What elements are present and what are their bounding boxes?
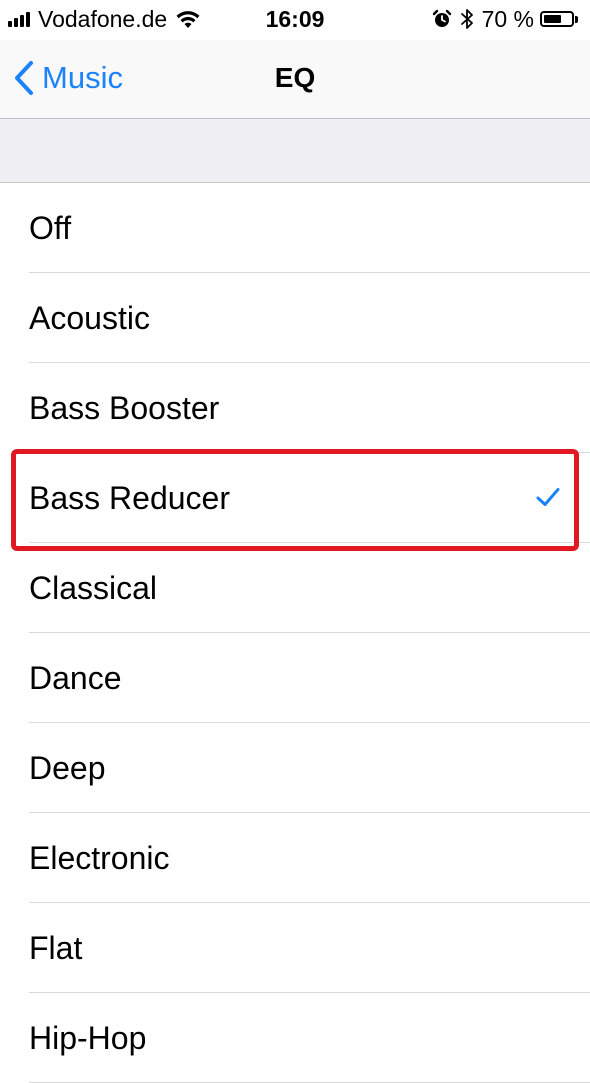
section-header-spacer: [0, 119, 590, 183]
eq-option-label: Bass Booster: [29, 390, 220, 426]
page-title: EQ: [274, 62, 316, 93]
eq-option-label: Deep: [29, 750, 106, 786]
eq-option-label: Bass Reducer: [29, 480, 230, 516]
eq-option[interactable]: Electronic: [0, 813, 590, 903]
battery-level: [544, 15, 561, 23]
eq-option[interactable]: Off: [0, 183, 590, 273]
eq-option[interactable]: Classical: [0, 543, 590, 633]
status-bar-right: 70 %: [432, 6, 578, 32]
eq-option-label: Electronic: [29, 840, 170, 876]
status-bar: Vodafone.de 16:09 70 %: [0, 0, 590, 40]
eq-option-label: Acoustic: [29, 300, 150, 336]
checkmark-icon: [536, 487, 560, 507]
eq-option[interactable]: Bass Reducer: [0, 453, 590, 543]
battery-tip: [575, 15, 578, 23]
navigation-bar: Music EQ: [0, 40, 590, 119]
eq-option-label: Classical: [29, 570, 158, 606]
eq-option[interactable]: Acoustic: [0, 273, 590, 363]
eq-option-label: Flat: [29, 930, 83, 966]
battery-percent: 70 %: [481, 5, 534, 32]
eq-option[interactable]: Deep: [0, 723, 590, 813]
eq-option-label: Hip-Hop: [29, 1020, 147, 1056]
bluetooth-icon: [460, 8, 474, 30]
eq-option-label: Dance: [29, 660, 122, 696]
alarm-icon: [432, 9, 452, 29]
eq-option[interactable]: Flat: [0, 903, 590, 993]
eq-option[interactable]: Hip-Hop: [0, 993, 590, 1083]
eq-options-list: Off Acoustic Bass Booster Bass Reducer Class…: [0, 183, 590, 1083]
eq-option[interactable]: Dance: [0, 633, 590, 723]
battery-icon: [540, 11, 574, 27]
eq-option-label: Off: [29, 210, 72, 246]
eq-option[interactable]: Bass Booster: [0, 363, 590, 453]
